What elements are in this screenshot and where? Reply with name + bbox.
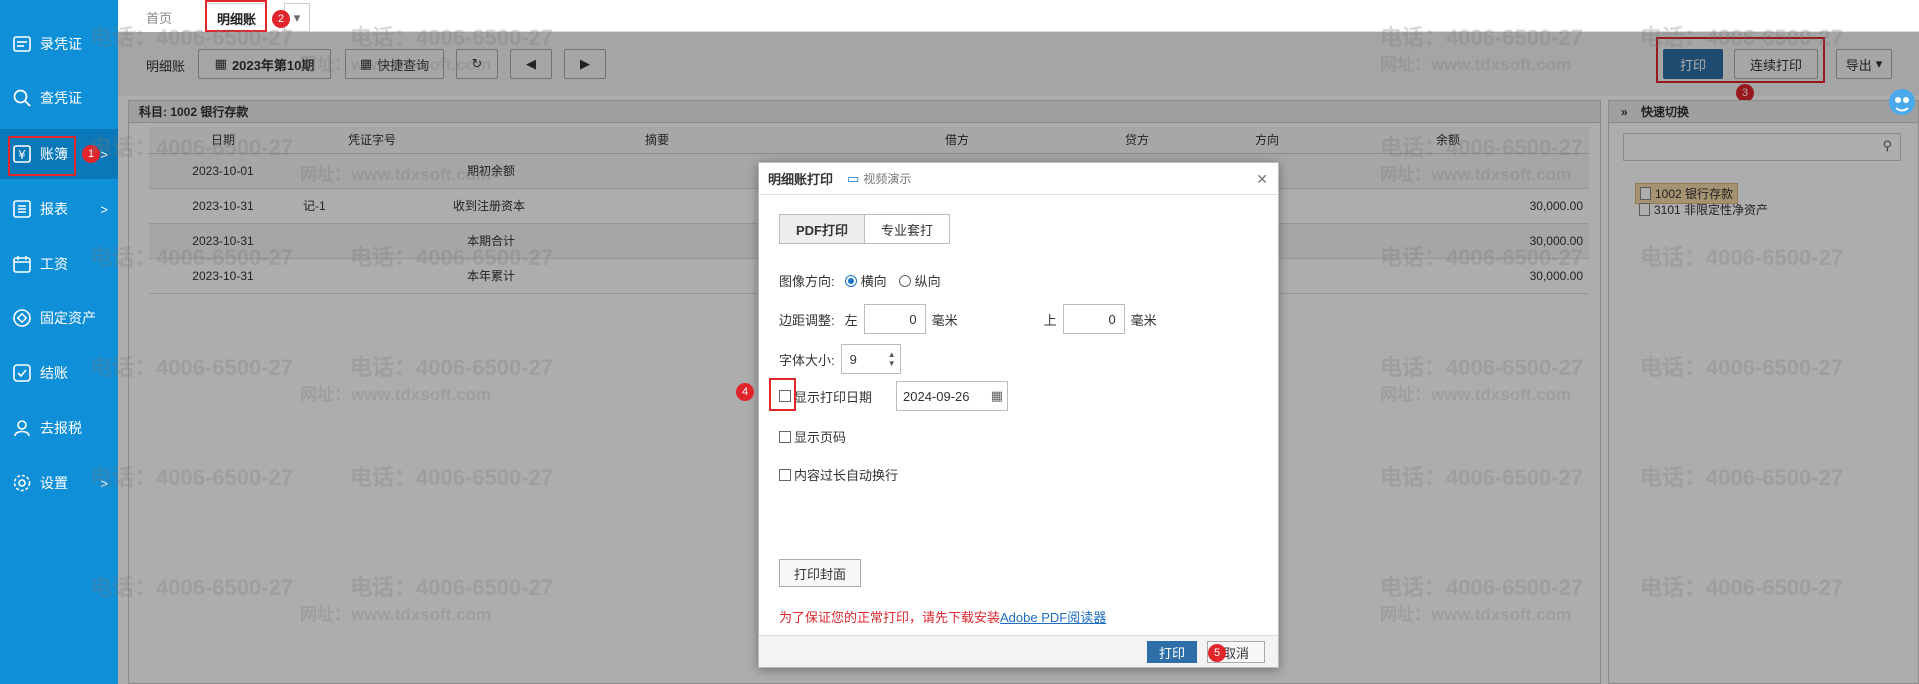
- sidebar-item-close-accounts[interactable]: 结账: [0, 348, 118, 398]
- font-size-value: 9: [849, 351, 857, 367]
- calendar-icon: [12, 254, 32, 274]
- print-date-input[interactable]: 2024-09-26 ▦: [896, 381, 1009, 411]
- unit-label: 毫米: [931, 312, 958, 328]
- left-label: 左: [844, 312, 858, 328]
- top-label: 上: [1043, 312, 1057, 328]
- sidebar-item-label: 录凭证: [40, 36, 82, 52]
- stepper-arrows-icon[interactable]: ▲ ▼: [888, 350, 896, 368]
- note-text: 为了保证您的正常打印，请先下载安装: [779, 610, 1001, 625]
- print-date-value: 2024-09-26: [903, 388, 970, 404]
- person-icon: [12, 418, 32, 438]
- show-page-checkbox[interactable]: [779, 430, 791, 443]
- chevron-right-icon: >: [100, 146, 108, 162]
- show-date-label: 显示打印日期: [794, 389, 873, 405]
- orientation-label: 图像方向:: [779, 274, 835, 289]
- wrap-row: 内容过长自动换行: [779, 465, 898, 484]
- dialog-footer: 打印 取消: [759, 635, 1278, 667]
- show-page-label: 显示页码: [794, 430, 847, 445]
- tab-home[interactable]: 首页: [136, 3, 183, 32]
- show-page-row: 显示页码: [779, 427, 846, 446]
- chevron-right-icon: >: [100, 201, 108, 217]
- highlight-box-tab: [205, 0, 267, 32]
- sidebar-item-label: 工资: [40, 256, 68, 272]
- sidebar-item-record-voucher[interactable]: 录凭证: [0, 19, 118, 69]
- margin-row: 边距调整: 左 0 毫米 上 0 毫米: [779, 304, 1157, 334]
- tab-professional-print[interactable]: 专业套打: [865, 215, 949, 243]
- caret-down-icon: ▾: [293, 9, 301, 25]
- step-badge-2: 2: [272, 10, 290, 28]
- radio-portrait[interactable]: [898, 274, 911, 287]
- step-badge-4: 4: [736, 383, 754, 401]
- dialog-title: 明细账打印: [768, 172, 834, 187]
- sidebar-item-fixed-assets[interactable]: 固定资产: [0, 293, 118, 343]
- wrap-label: 内容过长自动换行: [794, 468, 899, 483]
- sidebar-item-label: 去报税: [40, 420, 82, 436]
- sidebar-item-label: 报表: [40, 201, 68, 217]
- dialog-print-button[interactable]: 打印: [1147, 641, 1197, 663]
- highlight-box-checkbox: [769, 378, 796, 411]
- sidebar-item-query-voucher[interactable]: 查凭证: [0, 73, 118, 123]
- diamond-icon: [12, 308, 32, 328]
- font-size-stepper[interactable]: 9 ▲ ▼: [840, 344, 901, 374]
- mascot-icon[interactable]: [1886, 86, 1916, 126]
- orientation-row: 图像方向: 横向 纵向: [779, 271, 941, 290]
- check-icon: [12, 363, 32, 383]
- left-margin-input[interactable]: 0: [863, 304, 926, 334]
- video-demo-link[interactable]: 视频演示: [863, 170, 911, 187]
- top-margin-input[interactable]: 0: [1062, 304, 1125, 334]
- tab-bar: 首页 明细账 ▾: [118, 0, 1919, 32]
- font-size-label: 字体大小:: [779, 352, 835, 368]
- sidebar-item-salary[interactable]: 工资: [0, 239, 118, 289]
- sidebar-item-settings[interactable]: 设置 >: [0, 458, 118, 508]
- sidebar-item-label: 设置: [40, 475, 68, 491]
- highlight-box-ledger: [8, 136, 76, 176]
- font-size-row: 字体大小: 9 ▲ ▼: [779, 344, 901, 374]
- portrait-label: 纵向: [914, 274, 941, 289]
- unit-label: 毫米: [1130, 312, 1157, 328]
- dialog-header: 明细账打印 ▭ 视频演示: [759, 163, 1278, 195]
- print-cover-button[interactable]: 打印封面: [779, 559, 861, 587]
- wrap-checkbox[interactable]: [779, 468, 791, 481]
- step-badge-5: 5: [1208, 644, 1226, 662]
- pdf-reader-note: 为了保证您的正常打印，请先下载安装Adobe PDF阅读器: [779, 607, 1106, 626]
- list-icon: [12, 199, 32, 219]
- sidebar-item-reports[interactable]: 报表 >: [0, 184, 118, 234]
- radio-landscape[interactable]: [844, 274, 857, 287]
- print-dialog: 明细账打印 ▭ 视频演示 ✕ PDF打印 专业套打 图像方向: 横向 纵向 边距…: [758, 162, 1279, 668]
- adobe-reader-link[interactable]: Adobe PDF阅读器: [1000, 610, 1106, 625]
- close-icon[interactable]: ✕: [1256, 171, 1268, 188]
- gear-icon: [12, 473, 32, 493]
- sidebar-item-label: 查凭证: [40, 90, 82, 106]
- sidebar-item-label: 结账: [40, 365, 68, 381]
- edit-icon: [12, 34, 32, 54]
- tab-pdf-print[interactable]: PDF打印: [780, 215, 866, 243]
- search-icon: [12, 88, 32, 108]
- sidebar: 录凭证 查凭证 ¥ 账簿 > 报表 > 工资 固定资产 结账 去报税 设置 >: [0, 0, 118, 684]
- print-mode-switch: PDF打印 专业套打: [779, 214, 951, 244]
- sidebar-item-label: 固定资产: [40, 310, 96, 326]
- landscape-label: 横向: [860, 274, 887, 289]
- chevron-right-icon: >: [100, 475, 108, 491]
- step-badge-1: 1: [82, 145, 100, 163]
- sidebar-item-tax[interactable]: 去报税: [0, 403, 118, 453]
- video-icon: ▭: [847, 170, 860, 186]
- show-date-row: 显示打印日期 2024-09-26 ▦: [779, 381, 1009, 411]
- margin-label: 边距调整:: [779, 312, 835, 328]
- calendar-icon[interactable]: ▦: [991, 388, 1003, 404]
